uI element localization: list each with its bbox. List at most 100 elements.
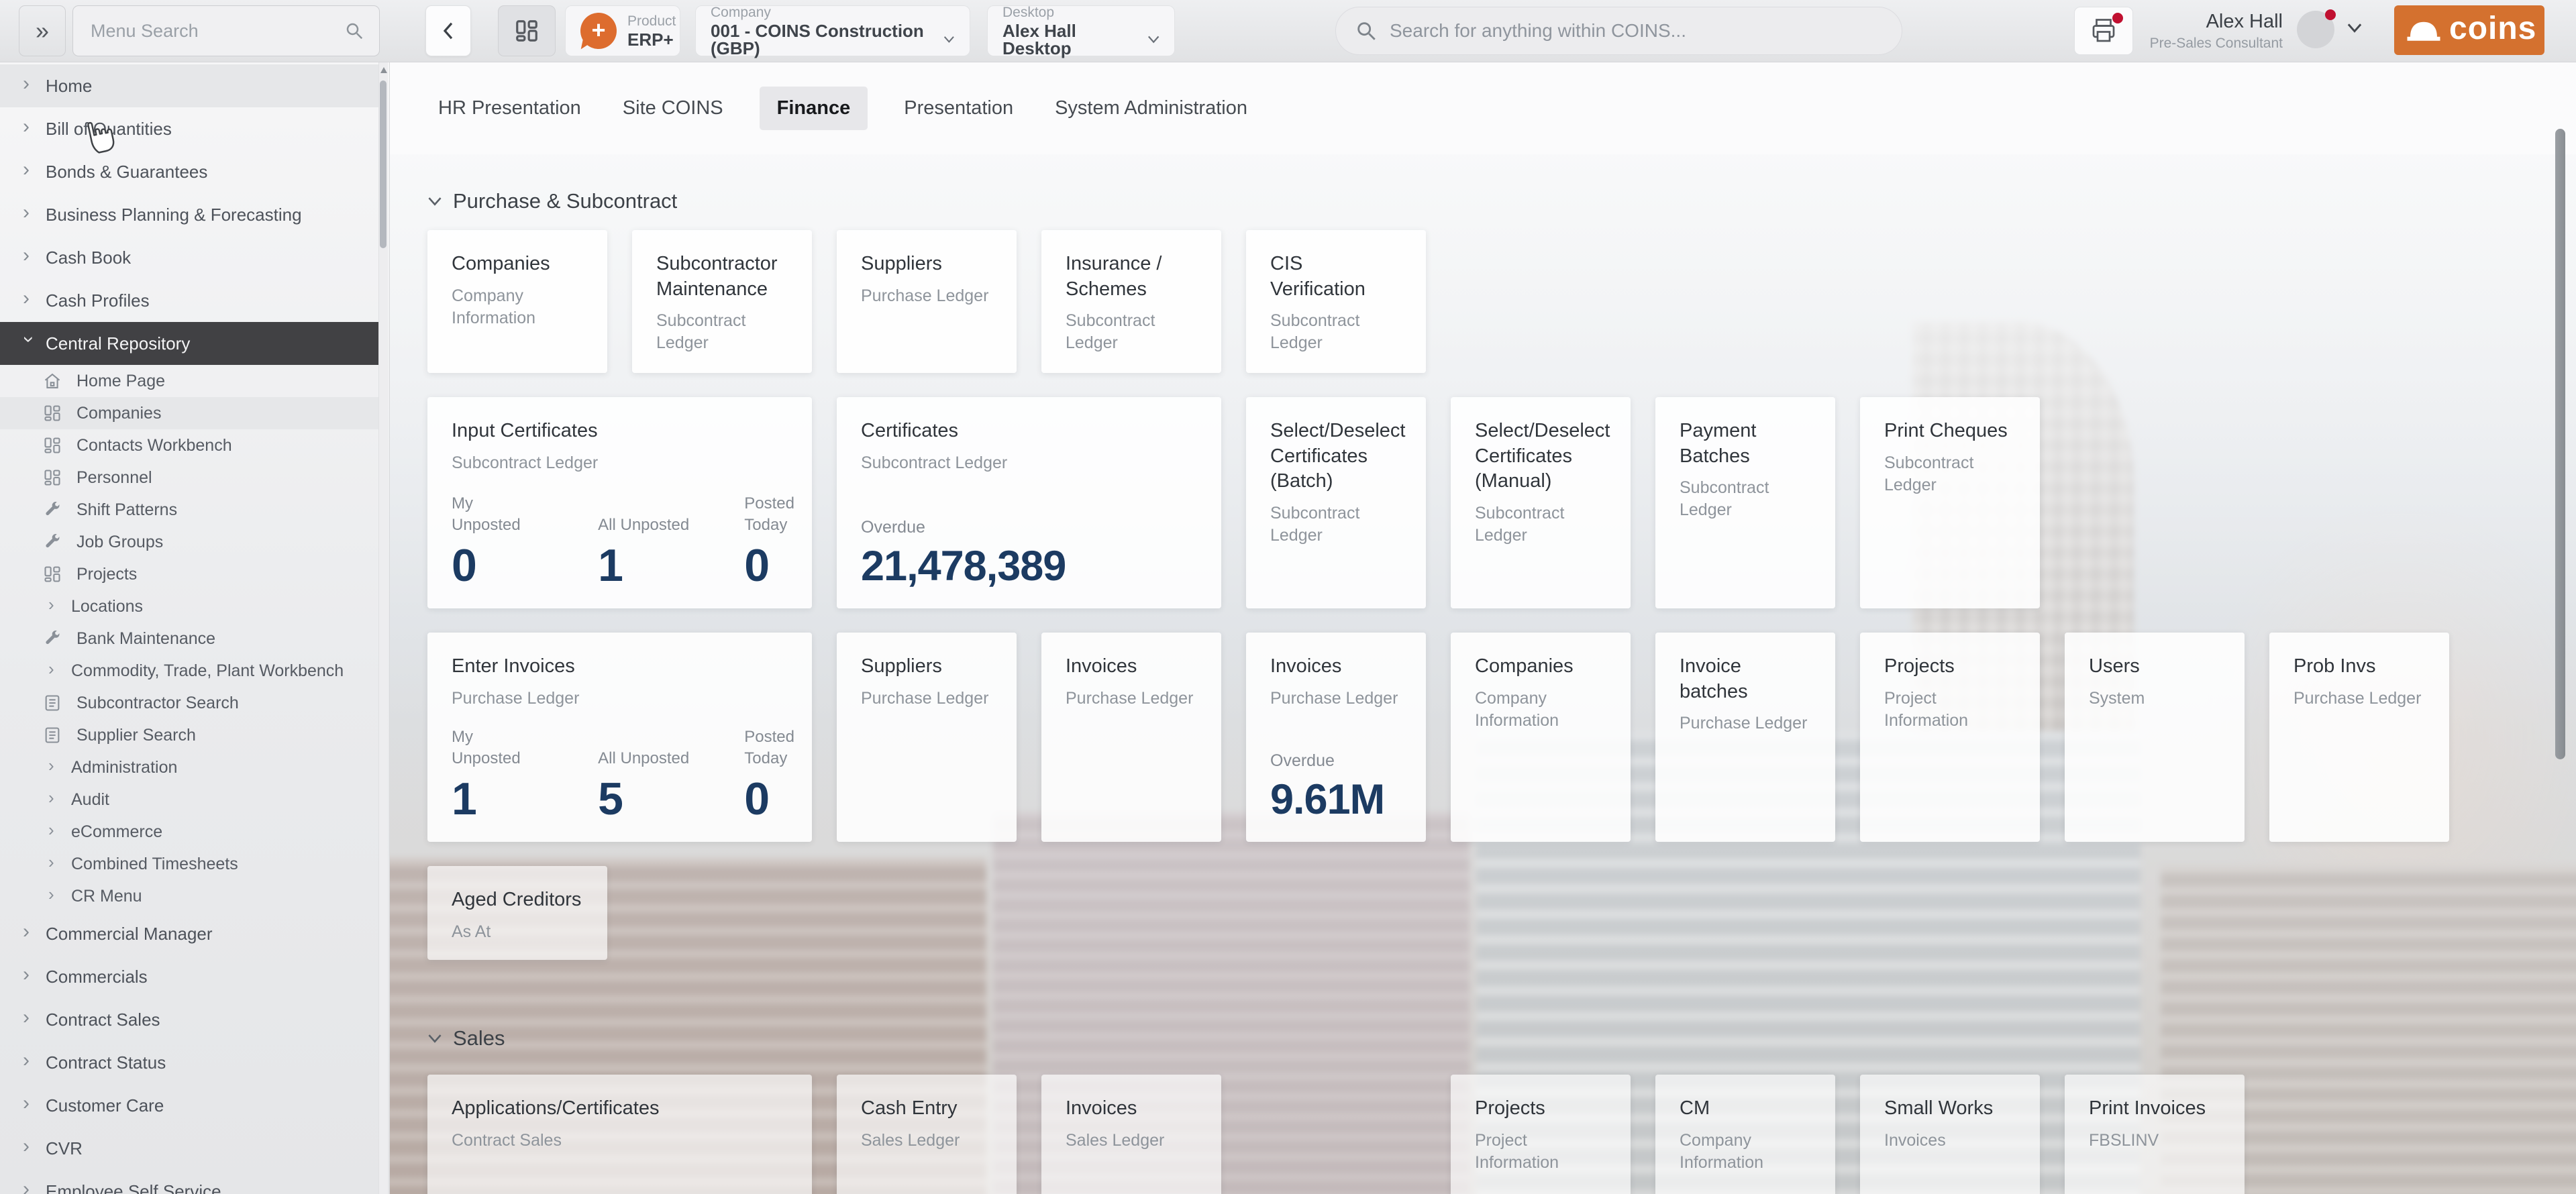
tile-print-cheques[interactable]: Print Cheques Subcontract Ledger	[1860, 397, 2040, 608]
sidebar-item-home-page[interactable]: Home Page	[0, 365, 378, 397]
tile-title: Applications/Certificates	[452, 1096, 788, 1122]
sidebar-item-business-planning[interactable]: ›Business Planning & Forecasting	[0, 193, 378, 236]
tile-select-deselect-certificates-batch[interactable]: Select/Deselect Certificates (Batch) Sub…	[1246, 397, 1426, 608]
tile-cash-entry[interactable]: Cash Entry Sales Ledger	[837, 1075, 1017, 1194]
sidebar-collapse-button[interactable]: »	[19, 5, 66, 56]
tab-system-administration[interactable]: System Administration	[1049, 87, 1253, 130]
sidebar-item-companies[interactable]: Companies	[0, 397, 378, 429]
scroll-up-arrow-icon[interactable]	[380, 67, 387, 73]
user-menu-chevron[interactable]	[2347, 23, 2363, 34]
sidebar-item-contract-sales[interactable]: ›Contract Sales	[0, 998, 378, 1041]
tab-hr-presentation[interactable]: HR Presentation	[433, 87, 586, 130]
tile-input-certificates[interactable]: Input Certificates Subcontract Ledger My…	[427, 397, 812, 608]
tab-site-coins[interactable]: Site COINS	[617, 87, 729, 130]
sidebar-item-contract-status[interactable]: ›Contract Status	[0, 1041, 378, 1084]
sidebar-item-employee-self-service[interactable]: ›Employee Self Service	[0, 1170, 378, 1194]
tile-payment-batches[interactable]: Payment Batches Subcontract Ledger	[1655, 397, 1835, 608]
sidebar-item-customer-care[interactable]: ›Customer Care	[0, 1084, 378, 1127]
tile-subtitle: FBSLINV	[2089, 1130, 2220, 1152]
tile-projects[interactable]: Projects Project Information	[1860, 633, 2040, 842]
sidebar-item-contacts-workbench[interactable]: Contacts Workbench	[0, 429, 378, 462]
sidebar-item-bonds-guarantees[interactable]: ›Bonds & Guarantees	[0, 150, 378, 193]
section-header-sales[interactable]: Sales	[427, 1026, 505, 1050]
tile-small-works[interactable]: Small Works Invoices	[1860, 1075, 2040, 1194]
sidebar-item-audit[interactable]: ›Audit	[0, 783, 378, 816]
sidebar-item-bank-maintenance[interactable]: Bank Maintenance	[0, 622, 378, 655]
tile-certificates[interactable]: Certificates Subcontract Ledger Overdue …	[837, 397, 1221, 608]
sidebar-item-cr-menu[interactable]: ›CR Menu	[0, 880, 378, 912]
chevron-right-icon: ›	[23, 160, 35, 180]
sidebar-item-bill-of-quantities[interactable]: ›Bill of Quantities	[0, 107, 378, 150]
chevron-right-icon: ›	[48, 821, 58, 838]
tile-cm[interactable]: CM Company Information	[1655, 1075, 1835, 1194]
tile-invoice-batches[interactable]: Invoice batches Purchase Ledger	[1655, 633, 1835, 842]
chevron-right-icon: ›	[23, 1093, 35, 1114]
print-queue-button[interactable]	[2074, 7, 2133, 55]
sidebar-item-administration[interactable]: ›Administration	[0, 751, 378, 783]
tile-enter-invoices[interactable]: Enter Invoices Purchase Ledger My Unpost…	[427, 633, 812, 842]
sidebar-item-commercial-manager[interactable]: ›Commercial Manager	[0, 912, 378, 955]
tile-stats: My Unposted1 All Unposted5 Posted Today0	[452, 726, 794, 823]
sidebar-item-central-repository[interactable]: ›Central Repository	[0, 322, 378, 365]
menu-search-box	[72, 5, 380, 56]
product-selector[interactable]: + Product ERP+	[565, 5, 680, 56]
tab-finance[interactable]: Finance	[760, 87, 868, 130]
tile-suppliers-pl[interactable]: Suppliers Purchase Ledger	[837, 633, 1017, 842]
sidebar-item-ecommerce[interactable]: ›eCommerce	[0, 816, 378, 848]
sidebar-item-label: Contract Status	[46, 1052, 166, 1073]
sidebar-item-cvr[interactable]: ›CVR	[0, 1127, 378, 1170]
sidebar-item-cash-book[interactable]: ›Cash Book	[0, 236, 378, 279]
user-info[interactable]: Alex Hall Pre-Sales Consultant	[2141, 9, 2283, 54]
sidebar-item-locations[interactable]: ›Locations	[0, 590, 378, 622]
sidebar-item-label: Supplier Search	[76, 726, 196, 745]
tile-aged-creditors[interactable]: Aged Creditors As At	[427, 866, 607, 960]
tile-title: Select/Deselect Certificates (Batch)	[1270, 419, 1402, 494]
tile-title: Invoice batches	[1680, 654, 1811, 704]
tile-applications-certificates[interactable]: Applications/Certificates Contract Sales…	[427, 1075, 812, 1194]
tile-companies[interactable]: Companies Company Information	[427, 230, 607, 373]
tile-projects-sales[interactable]: Projects Project Information	[1451, 1075, 1631, 1194]
tile-print-invoices[interactable]: Print Invoices FBSLINV	[2065, 1075, 2245, 1194]
tile-subcontractor-maintenance[interactable]: Subcontractor Maintenance Subcontract Le…	[632, 230, 812, 373]
sidebar-item-supplier-search[interactable]: Supplier Search	[0, 719, 378, 751]
tile-invoices-pl[interactable]: Invoices Purchase Ledger	[1041, 633, 1221, 842]
desktop-selector[interactable]: Desktop Alex Hall Desktop	[987, 5, 1175, 56]
tile-prob-invs[interactable]: Prob Invs Purchase Ledger	[2269, 633, 2449, 842]
tile-companies-ci[interactable]: Companies Company Information	[1451, 633, 1631, 842]
section-title: Purchase & Subcontract	[453, 189, 677, 213]
sidebar-scrollbar-thumb[interactable]	[380, 80, 387, 248]
tile-select-deselect-certificates-manual[interactable]: Select/Deselect Certificates (Manual) Su…	[1451, 397, 1631, 608]
tile-invoices-overdue[interactable]: Invoices Purchase Ledger Overdue 9.61M	[1246, 633, 1426, 842]
tile-title: Prob Invs	[2294, 654, 2425, 680]
sidebar-item-commodity-trade-plant[interactable]: ›Commodity, Trade, Plant Workbench	[0, 655, 378, 687]
tile-title: CIS Verification	[1270, 252, 1402, 302]
sidebar-scrollbar[interactable]	[378, 62, 388, 1194]
tile-cis-verification[interactable]: CIS Verification Subcontract Ledger	[1246, 230, 1426, 373]
sidebar-item-commercials[interactable]: ›Commercials	[0, 955, 378, 998]
sidebar-item-projects[interactable]: Projects	[0, 558, 378, 590]
sidebar-item-home[interactable]: ›Home	[0, 64, 378, 107]
tile-title: Suppliers	[861, 654, 992, 680]
sidebar-item-combined-timesheets[interactable]: ›Combined Timesheets	[0, 848, 378, 880]
sidebar-item-cash-profiles[interactable]: ›Cash Profiles	[0, 279, 378, 322]
section-header-purchase-subcontract[interactable]: Purchase & Subcontract	[427, 189, 677, 213]
user-notification-badge	[2325, 9, 2336, 20]
menu-search-input[interactable]	[73, 21, 344, 42]
sidebar-item-personnel[interactable]: Personnel	[0, 462, 378, 494]
sidebar-item-shift-patterns[interactable]: Shift Patterns	[0, 494, 378, 526]
desktop-grid-button[interactable]	[498, 5, 556, 56]
tile-users[interactable]: Users System	[2065, 633, 2245, 842]
back-button[interactable]	[425, 5, 471, 56]
global-search-input[interactable]	[1378, 19, 1883, 42]
sidebar-item-subcontractor-search[interactable]: Subcontractor Search	[0, 687, 378, 719]
avatar[interactable]	[2297, 11, 2334, 48]
tab-presentation[interactable]: Presentation	[898, 87, 1019, 130]
tile-subtitle: Subcontract Ledger	[656, 310, 788, 354]
chevron-right-icon: ›	[23, 965, 35, 985]
tile-invoices-sl[interactable]: Invoices Sales Ledger Overdue	[1041, 1075, 1221, 1194]
tile-suppliers[interactable]: Suppliers Purchase Ledger	[837, 230, 1017, 373]
sidebar-item-job-groups[interactable]: Job Groups	[0, 526, 378, 558]
main-scrollbar-thumb[interactable]	[2555, 129, 2565, 759]
company-selector[interactable]: Company 001 - COINS Construction (GBP)	[695, 5, 970, 56]
tile-insurance-schemes[interactable]: Insurance / Schemes Subcontract Ledger	[1041, 230, 1221, 373]
